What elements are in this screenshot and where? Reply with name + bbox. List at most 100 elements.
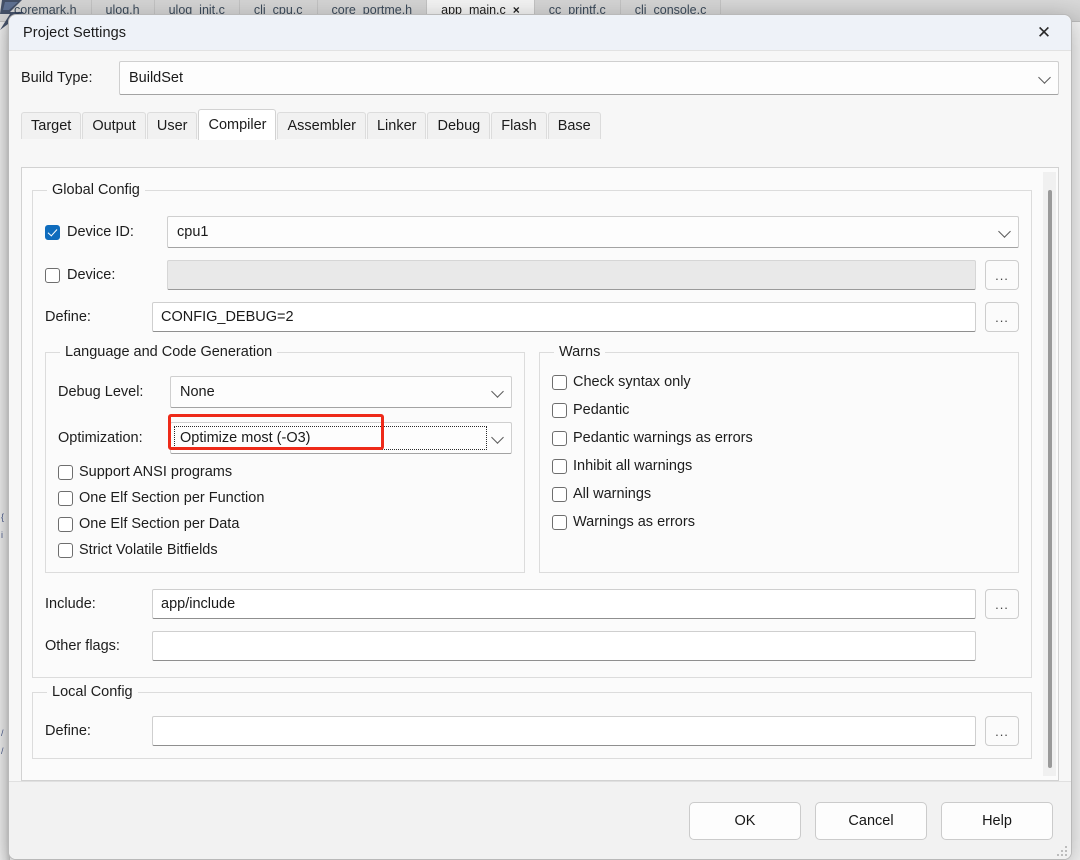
help-button[interactable]: Help: [941, 801, 1053, 840]
pedantic-warnings-as-errors-label: Pedantic warnings as errors: [573, 430, 753, 446]
tab-label: Debug: [437, 118, 481, 134]
local-define-input[interactable]: [152, 716, 976, 746]
tab-target[interactable]: Target: [21, 112, 82, 139]
tab-output[interactable]: Output: [82, 112, 146, 139]
chevron-down-icon: [491, 431, 504, 444]
tab-flash[interactable]: Flash: [491, 112, 547, 139]
build-type-row: Build Type: BuildSet: [9, 51, 1071, 99]
pedantic-checkbox[interactable]: [552, 402, 567, 418]
device-label: Device:: [67, 267, 116, 283]
tab-linker[interactable]: Linker: [366, 112, 427, 139]
other-flags-row: Other flags: ...: [45, 631, 1019, 661]
build-type-select[interactable]: BuildSet: [119, 61, 1059, 95]
include-value: app/include: [161, 596, 236, 612]
device-browse-button[interactable]: ...: [985, 260, 1019, 290]
all-warnings-checkbox-row[interactable]: All warnings: [552, 486, 1006, 502]
warnings-as-errors-checkbox[interactable]: [552, 514, 567, 530]
other-flags-input[interactable]: [152, 631, 976, 661]
resize-grip[interactable]: [1055, 844, 1067, 856]
compiler-options-columns: Language and Code Generation Debug Level…: [45, 344, 1019, 573]
global-config-group: Global Config Device ID: cpu1 Device: ..…: [32, 182, 1032, 678]
local-define-browse-button[interactable]: ...: [985, 716, 1019, 746]
global-define-value: CONFIG_DEBUG=2: [161, 309, 294, 325]
strict-volatile-bitfields-checkbox-row[interactable]: Strict Volatile Bitfields: [58, 542, 512, 558]
dialog-title: Project Settings: [23, 24, 127, 41]
pedantic-checkbox-row[interactable]: Pedantic: [552, 402, 1006, 418]
local-define-label: Define:: [45, 723, 91, 739]
settings-scrollbar[interactable]: [1043, 172, 1056, 776]
check-syntax-only-label: Check syntax only: [573, 374, 691, 390]
ok-button[interactable]: OK: [689, 801, 801, 840]
warns-group-legend: Warns: [559, 344, 601, 360]
debug-level-row: Debug Level: None: [58, 376, 512, 408]
tab-assembler[interactable]: Assembler: [277, 112, 366, 139]
tab-base[interactable]: Base: [547, 112, 601, 139]
optimization-row: Optimization: Optimize most (-O3): [58, 414, 512, 454]
local-config-legend: Local Config: [52, 684, 133, 700]
include-label: Include:: [45, 596, 96, 612]
strict-volatile-bitfields-checkbox[interactable]: [58, 542, 73, 558]
debug-level-label: Debug Level:: [58, 384, 144, 400]
project-settings-dialog: Project Settings ✕ Build Type: BuildSet …: [8, 14, 1072, 860]
debug-level-value: None: [180, 384, 215, 400]
debug-level-select[interactable]: None: [170, 376, 512, 408]
one-elf-section-per-function-label: One Elf Section per Function: [79, 490, 265, 506]
local-config-group: Local Config Define: ...: [32, 684, 1032, 759]
dialog-footer: OK Cancel Help: [9, 781, 1071, 859]
warnings-as-errors-checkbox-row[interactable]: Warnings as errors: [552, 514, 1006, 530]
device-id-select[interactable]: cpu1: [167, 216, 1019, 248]
support-ansi-programs-checkbox-row[interactable]: Support ANSI programs: [58, 464, 512, 480]
check-syntax-only-checkbox-row[interactable]: Check syntax only: [552, 374, 1006, 390]
device-id-value: cpu1: [177, 224, 209, 240]
tab-label: Assembler: [287, 118, 356, 134]
include-browse-button[interactable]: ...: [985, 589, 1019, 619]
strict-volatile-bitfields-label: Strict Volatile Bitfields: [79, 542, 218, 558]
build-type-label: Build Type:: [21, 70, 93, 86]
inhibit-all-warnings-checkbox-row[interactable]: Inhibit all warnings: [552, 458, 1006, 474]
build-type-value: BuildSet: [129, 70, 184, 86]
warns-group: Warns Check syntax only Pedantic Pedanti…: [539, 344, 1019, 573]
pedantic-warnings-as-errors-checkbox[interactable]: [552, 430, 567, 446]
device-id-row: Device ID: cpu1: [45, 216, 1019, 248]
device-input[interactable]: [167, 260, 976, 290]
tab-label: Output: [92, 118, 136, 134]
one-elf-section-per-function-checkbox-row[interactable]: One Elf Section per Function: [58, 490, 512, 506]
global-define-input[interactable]: CONFIG_DEBUG=2: [152, 302, 976, 332]
scrollbar-thumb[interactable]: [1048, 190, 1052, 768]
one-elf-section-per-data-checkbox[interactable]: [58, 516, 73, 532]
settings-tab-strip: Target Output User Compiler Assembler Li…: [21, 109, 1059, 140]
tab-user[interactable]: User: [146, 112, 198, 139]
language-code-generation-group: Language and Code Generation Debug Level…: [45, 344, 525, 573]
local-define-row: Define: ...: [45, 716, 1019, 746]
optimization-select[interactable]: Optimize most (-O3): [170, 422, 512, 454]
cancel-button[interactable]: Cancel: [815, 801, 927, 840]
other-flags-label: Other flags:: [45, 638, 120, 654]
support-ansi-programs-checkbox[interactable]: [58, 464, 73, 480]
language-group-legend: Language and Code Generation: [65, 344, 273, 360]
tab-compiler[interactable]: Compiler: [198, 109, 277, 140]
chevron-down-icon: [998, 225, 1011, 238]
optimization-value: Optimize most (-O3): [174, 426, 487, 450]
optimization-label: Optimization:: [58, 430, 143, 446]
tab-label: User: [156, 118, 188, 134]
tab-label: Base: [557, 118, 591, 134]
global-define-browse-button[interactable]: ...: [985, 302, 1019, 332]
chevron-down-icon: [491, 385, 504, 398]
all-warnings-checkbox[interactable]: [552, 486, 567, 502]
check-syntax-only-checkbox[interactable]: [552, 374, 567, 390]
one-elf-section-per-data-checkbox-row[interactable]: One Elf Section per Data: [58, 516, 512, 532]
pedantic-warnings-as-errors-checkbox-row[interactable]: Pedantic warnings as errors: [552, 430, 1006, 446]
tab-debug[interactable]: Debug: [427, 112, 491, 139]
inhibit-all-warnings-checkbox[interactable]: [552, 458, 567, 474]
compiler-panel-content: Global Config Device ID: cpu1 Device: ..…: [22, 168, 1042, 759]
compiler-tab-panel: Global Config Device ID: cpu1 Device: ..…: [21, 167, 1059, 781]
global-config-legend: Global Config: [52, 182, 140, 198]
pedantic-label: Pedantic: [573, 402, 630, 418]
close-icon[interactable]: ✕: [1021, 17, 1067, 49]
tab-label: Flash: [501, 118, 537, 134]
include-input[interactable]: app/include: [152, 589, 976, 619]
device-id-checkbox[interactable]: [45, 224, 60, 240]
dialog-titlebar: Project Settings ✕: [9, 15, 1071, 51]
device-checkbox[interactable]: [45, 267, 60, 283]
one-elf-section-per-function-checkbox[interactable]: [58, 490, 73, 506]
